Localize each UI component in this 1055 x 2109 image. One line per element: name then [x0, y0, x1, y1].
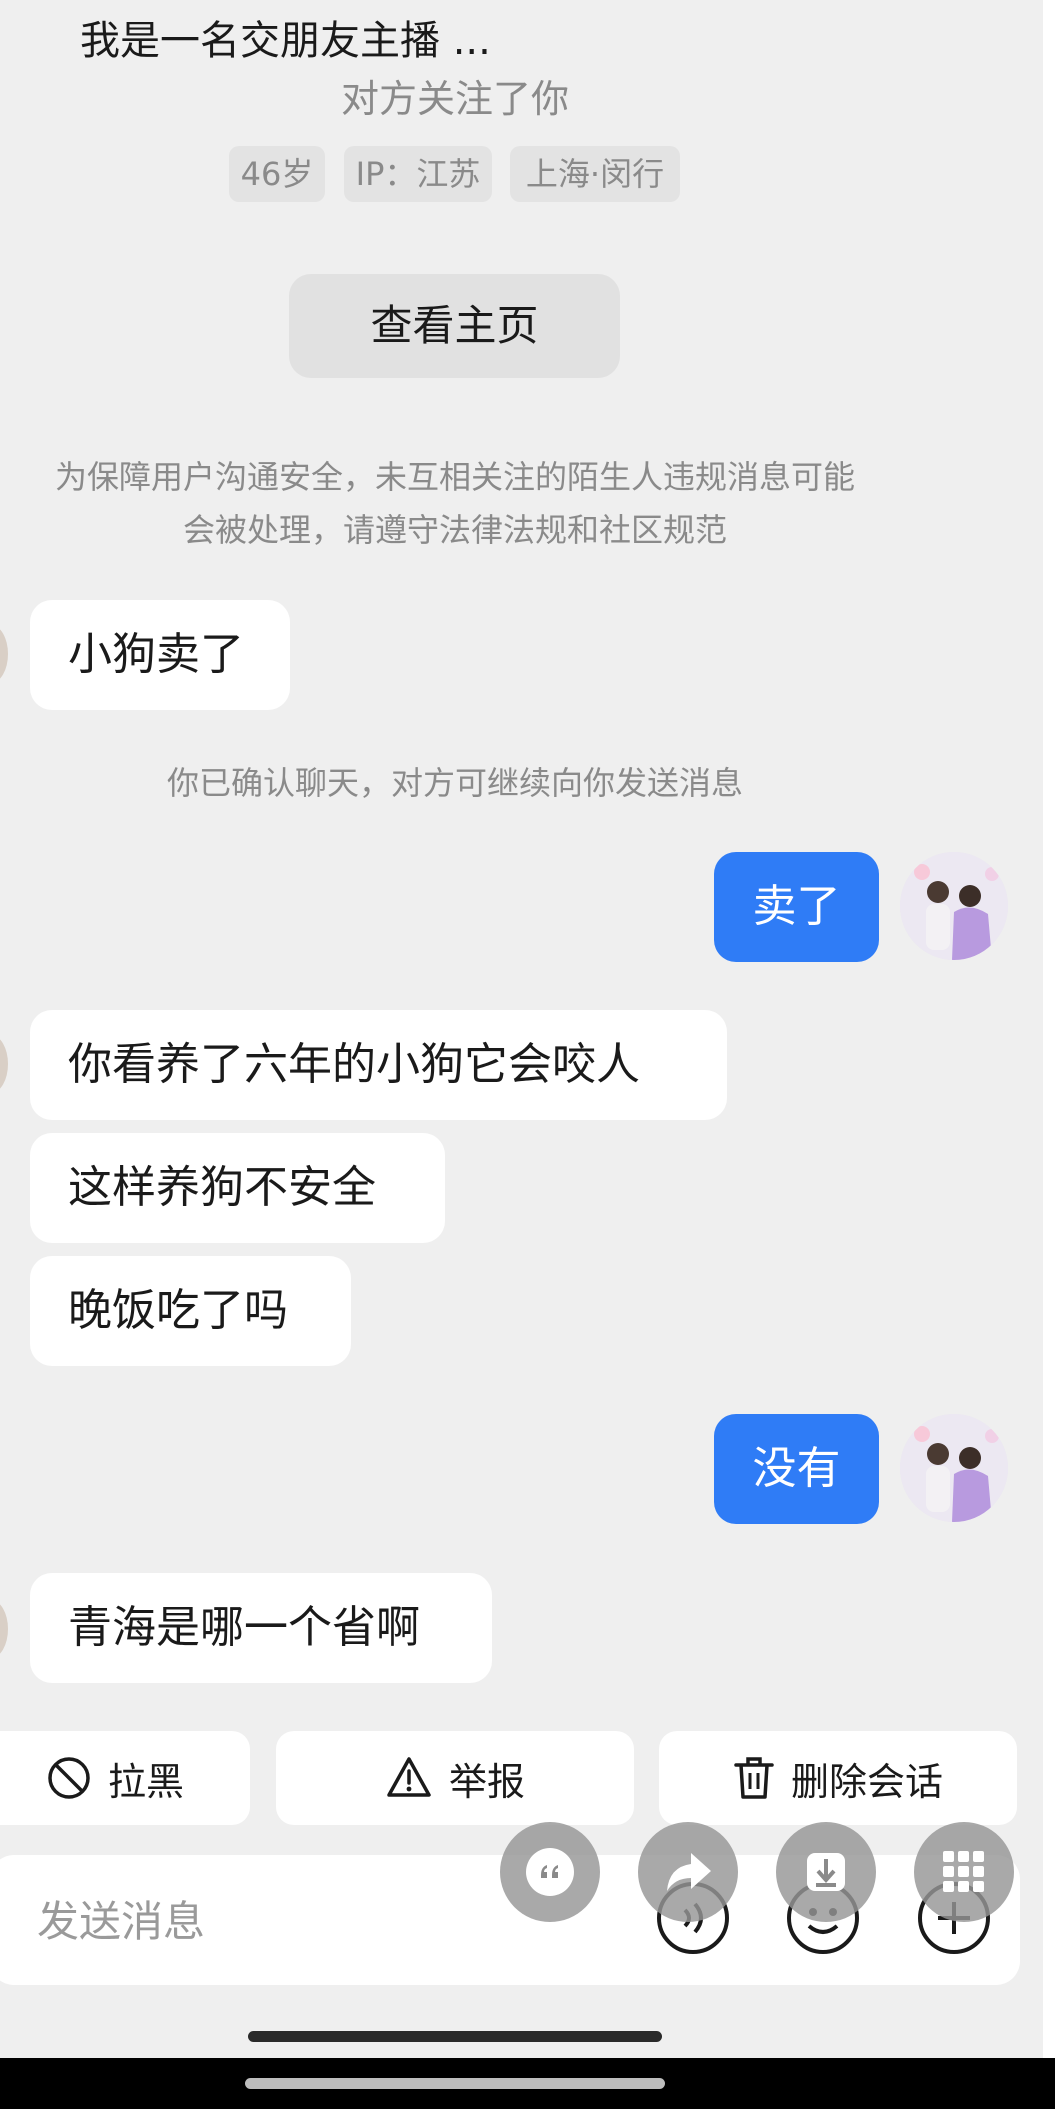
contact-avatar[interactable] [0, 625, 8, 683]
save-icon [807, 1853, 845, 1891]
forward-icon [667, 1853, 711, 1891]
my-avatar[interactable] [900, 852, 1008, 960]
grid-icon [943, 1851, 984, 1892]
chat-confirm-notice: 你已确认聊天，对方可继续向你发送消息 [166, 764, 743, 802]
block-icon [48, 1757, 90, 1799]
message-bubble-incoming[interactable]: 这样养狗不安全 [30, 1133, 445, 1243]
contact-name[interactable]: 我是一名交朋友主播 ... [80, 8, 491, 66]
home-indicator[interactable] [248, 2031, 662, 2042]
block-label: 拉黑 [107, 1759, 184, 1804]
report-button[interactable]: 举报 [276, 1731, 634, 1825]
tag-ip-location: IP：江苏 [344, 146, 492, 202]
message-bubble-outgoing[interactable]: 卖了 [714, 852, 879, 962]
forward-button[interactable] [638, 1822, 738, 1922]
avatar-photo-icon [900, 852, 1008, 960]
trash-icon [734, 1757, 774, 1799]
delete-chat-button[interactable]: 删除会话 [659, 1731, 1017, 1825]
tag-district: 上海·闵行 [510, 146, 680, 202]
quote-button[interactable] [500, 1822, 600, 1922]
message-bubble-incoming[interactable]: 青海是哪一个省啊 [30, 1573, 492, 1683]
safety-notice-line2: 会被处理，请遵守法律法规和社区规范 [182, 511, 727, 549]
message-bubble-incoming[interactable]: 你看养了六年的小狗它会咬人 [30, 1010, 727, 1120]
avatar-photo-icon [900, 1414, 1008, 1522]
tag-age: 46岁 [229, 146, 325, 202]
message-bubble-incoming[interactable]: 小狗卖了 [30, 600, 290, 710]
chat-screen: 我是一名交朋友主播 ... 对方关注了你 46岁 IP：江苏 上海·闵行 查看主… [0, 0, 1043, 2058]
more-button[interactable] [914, 1822, 1014, 1922]
contact-avatar[interactable] [0, 1600, 8, 1658]
follow-status: 对方关注了你 [340, 77, 569, 121]
contact-avatar[interactable] [0, 1035, 8, 1093]
quote-icon [526, 1848, 574, 1896]
system-home-bar[interactable] [245, 2078, 665, 2089]
save-button[interactable] [776, 1822, 876, 1922]
screen-edge [1043, 0, 1055, 2058]
warning-icon [387, 1757, 431, 1797]
delete-chat-label: 删除会话 [790, 1759, 943, 1804]
safety-notice-line1: 为保障用户沟通安全，未互相关注的陌生人违规消息可能 [54, 458, 855, 496]
view-profile-button[interactable]: 查看主页 [289, 274, 620, 378]
my-avatar[interactable] [900, 1414, 1008, 1522]
message-bubble-outgoing[interactable]: 没有 [714, 1414, 879, 1524]
message-bubble-incoming[interactable]: 晚饭吃了吗 [30, 1256, 351, 1366]
report-label: 举报 [448, 1759, 525, 1804]
block-button[interactable]: 拉黑 [0, 1731, 250, 1825]
